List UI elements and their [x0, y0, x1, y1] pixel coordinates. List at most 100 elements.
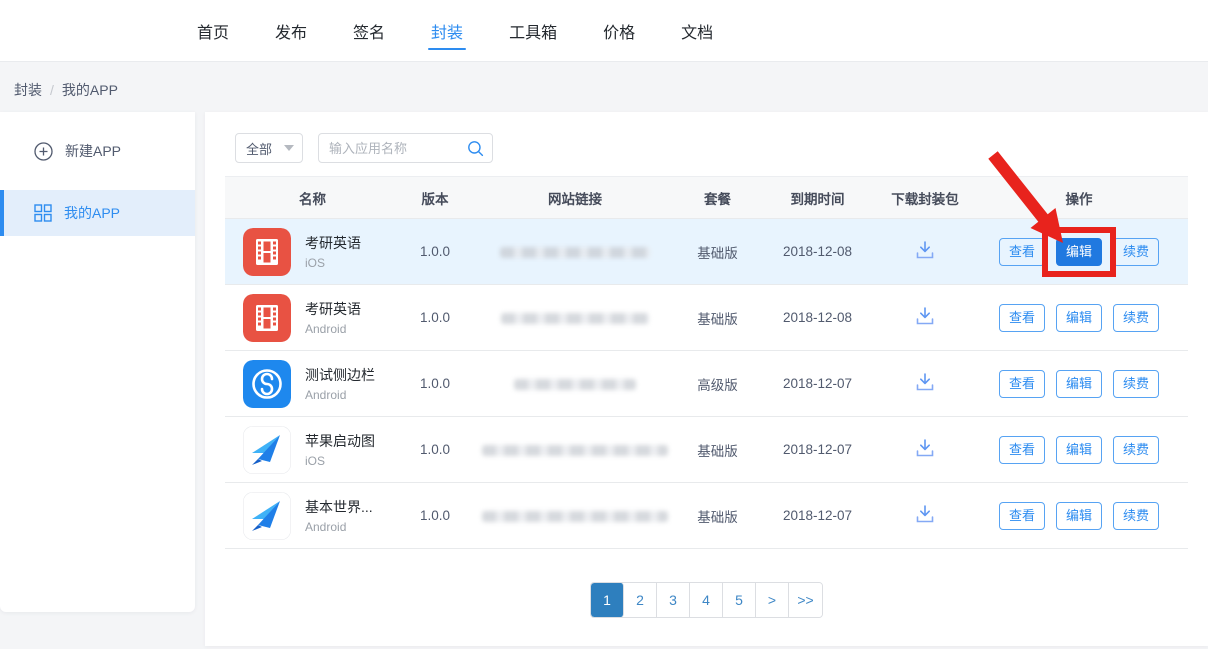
view-button[interactable]: 查看 — [999, 370, 1045, 398]
app-platform: iOS — [305, 454, 375, 468]
expiry-cell: 2018-12-08 — [755, 310, 880, 325]
expiry-cell: 2018-12-07 — [755, 508, 880, 523]
sidebar: 新建APP 我的APP — [0, 112, 195, 612]
download-button[interactable] — [914, 504, 936, 524]
page-button-4[interactable]: 4 — [690, 583, 723, 617]
renew-button[interactable]: 续费 — [1113, 370, 1159, 398]
column-header-url: 网站链接 — [470, 188, 680, 208]
masked-url — [501, 313, 649, 324]
pagination: 12345>>> — [590, 582, 823, 618]
website-link-cell — [470, 376, 680, 391]
nav-item-6[interactable]: 文档 — [681, 0, 713, 61]
website-link-cell — [470, 508, 680, 523]
edit-button[interactable]: 编辑 — [1056, 502, 1102, 530]
column-header-actions: 操作 — [970, 188, 1188, 208]
nav-item-2[interactable]: 签名 — [353, 0, 385, 61]
app-name-cell: 苹果启动图 iOS — [225, 426, 400, 474]
s-circle-app-icon — [243, 360, 291, 408]
app-name: 苹果启动图 — [305, 431, 375, 451]
renew-button[interactable]: 续费 — [1113, 502, 1159, 530]
paper-bird-app-icon — [243, 492, 291, 540]
renew-button[interactable]: 续费 — [1113, 436, 1159, 464]
renew-button[interactable]: 续费 — [1113, 238, 1159, 266]
filter-bar: 全部 — [235, 133, 493, 163]
sidebar-item-new-app[interactable]: 新建APP — [0, 128, 195, 174]
download-button[interactable] — [914, 306, 936, 326]
nav-item-4[interactable]: 工具箱 — [509, 0, 557, 61]
category-select[interactable]: 全部 — [235, 133, 303, 163]
table-row: 测试侧边栏 Android 1.0.0 高级版 2018-12-07 查看 编辑… — [225, 351, 1188, 417]
download-button[interactable] — [914, 438, 936, 458]
expiry-cell: 2018-12-07 — [755, 442, 880, 457]
page-button-5[interactable]: 5 — [723, 583, 756, 617]
app-name: 基本世界... — [305, 497, 373, 517]
breadcrumb-section[interactable]: 封装 — [14, 80, 42, 100]
app-platform: Android — [305, 388, 375, 402]
actions-cell: 查看 编辑 续费 — [970, 436, 1188, 464]
film-app-icon — [243, 228, 291, 276]
page-button-3[interactable]: 3 — [657, 583, 690, 617]
next-page-button[interactable]: > — [756, 583, 789, 617]
download-icon — [914, 438, 936, 458]
package-cell: 基础版 — [680, 242, 755, 262]
actions-cell: 查看 编辑 续费 — [970, 238, 1188, 266]
edit-button[interactable]: 编辑 — [1056, 436, 1102, 464]
app-name-cell: 考研英语 Android — [225, 294, 400, 342]
website-link-cell — [470, 442, 680, 457]
website-link-cell — [470, 310, 680, 325]
plus-circle-icon — [34, 142, 53, 161]
breadcrumb-current: 我的APP — [62, 80, 118, 100]
app-name-cell: 基本世界... Android — [225, 492, 400, 540]
page-button-2[interactable]: 2 — [624, 583, 657, 617]
version-cell: 1.0.0 — [400, 508, 470, 523]
app-platform: iOS — [305, 256, 361, 270]
last-page-button[interactable]: >> — [789, 583, 822, 617]
sidebar-item-label: 我的APP — [64, 203, 120, 223]
app-name: 考研英语 — [305, 233, 361, 253]
download-button[interactable] — [914, 372, 936, 392]
nav-item-0[interactable]: 首页 — [197, 0, 229, 61]
edit-button[interactable]: 编辑 — [1056, 370, 1102, 398]
view-button[interactable]: 查看 — [999, 502, 1045, 530]
table-row: 考研英语 iOS 1.0.0 基础版 2018-12-08 查看 编辑 续费 — [225, 219, 1188, 285]
search-box — [318, 133, 493, 163]
app-platform: Android — [305, 322, 361, 336]
column-header-package: 套餐 — [680, 188, 755, 208]
app-name: 考研英语 — [305, 299, 361, 319]
nav-item-1[interactable]: 发布 — [275, 0, 307, 61]
nav-item-5[interactable]: 价格 — [603, 0, 635, 61]
top-nav: 首页发布签名封装工具箱价格文档 — [0, 0, 1208, 62]
annotation-red-box: 编辑 — [1042, 227, 1116, 277]
category-select-value: 全部 — [246, 139, 272, 158]
version-cell: 1.0.0 — [400, 244, 470, 259]
search-input[interactable] — [329, 141, 467, 156]
chevron-down-icon — [284, 145, 294, 151]
view-button[interactable]: 查看 — [999, 238, 1045, 266]
page-button-1[interactable]: 1 — [591, 583, 624, 617]
actions-cell: 查看 编辑 续费 — [970, 370, 1188, 398]
package-cell: 高级版 — [680, 374, 755, 394]
edit-button[interactable]: 编辑 — [1056, 238, 1102, 266]
column-header-download: 下载封装包 — [880, 188, 970, 208]
table-header: 名称 版本 网站链接 套餐 到期时间 下载封装包 操作 — [225, 176, 1188, 219]
version-cell: 1.0.0 — [400, 310, 470, 325]
expiry-cell: 2018-12-08 — [755, 244, 880, 259]
nav-item-3[interactable]: 封装 — [431, 0, 463, 61]
download-button[interactable] — [914, 240, 936, 260]
edit-button[interactable]: 编辑 — [1056, 304, 1102, 332]
app-name-cell: 考研英语 iOS — [225, 228, 400, 276]
download-icon — [914, 372, 936, 392]
renew-button[interactable]: 续费 — [1113, 304, 1159, 332]
view-button[interactable]: 查看 — [999, 304, 1045, 332]
view-button[interactable]: 查看 — [999, 436, 1045, 464]
sidebar-item-label: 新建APP — [65, 141, 121, 161]
grid-icon — [34, 204, 52, 222]
apps-table: 名称 版本 网站链接 套餐 到期时间 下载封装包 操作 考研英语 iOS — [225, 176, 1188, 549]
breadcrumb: 封装 / 我的APP — [14, 80, 118, 100]
actions-cell: 查看 编辑 续费 — [970, 502, 1188, 530]
pagination-wrap: 12345>>> — [205, 582, 1208, 618]
package-cell: 基础版 — [680, 308, 755, 328]
sidebar-item-my-app[interactable]: 我的APP — [0, 190, 195, 236]
download-icon — [914, 504, 936, 524]
search-icon[interactable] — [467, 140, 484, 157]
